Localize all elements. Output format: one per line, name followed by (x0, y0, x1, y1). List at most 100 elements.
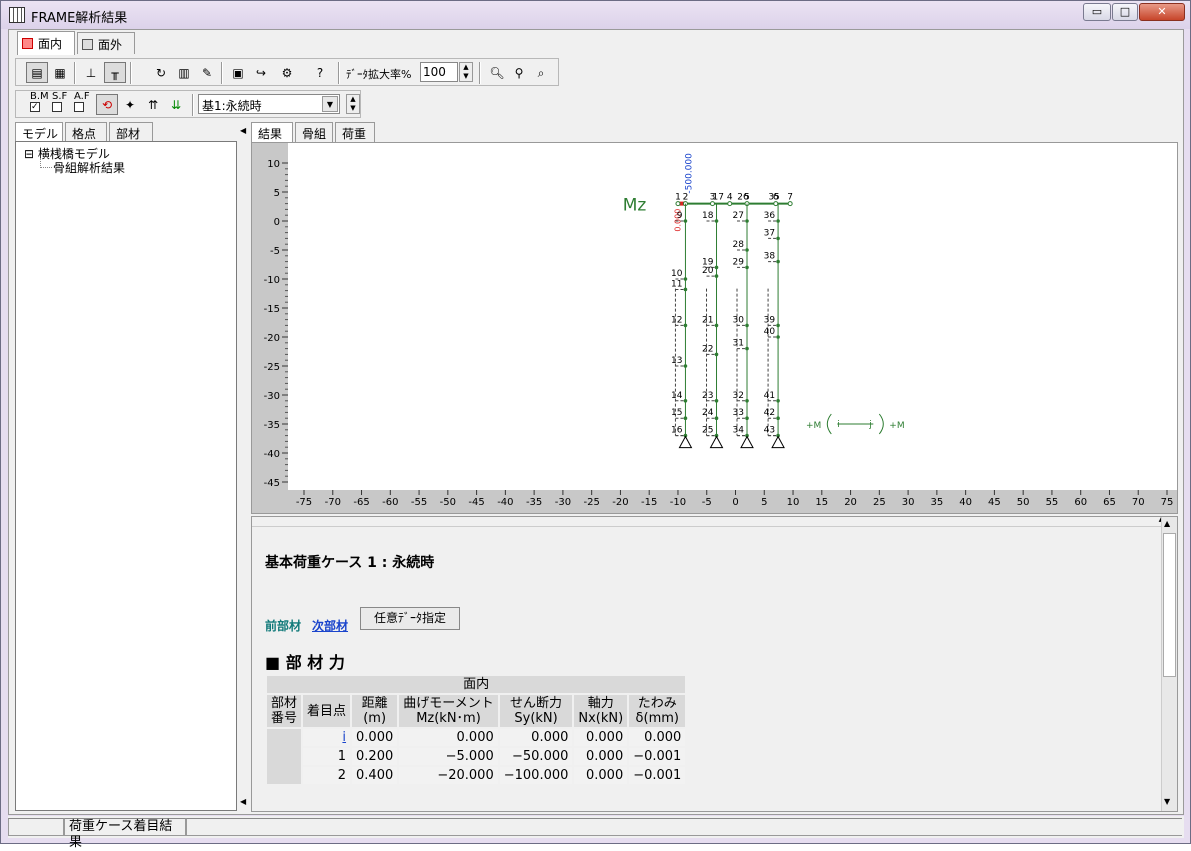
frame-view-icon[interactable]: ▤ (26, 62, 48, 83)
wrench-icon[interactable]: ✦ (119, 94, 141, 115)
x-tick-label: -35 (526, 497, 542, 508)
arbitrary-data-button[interactable]: 任意ﾃﾞｰﾀ指定 (360, 607, 460, 630)
x-tick-label: 10 (787, 497, 800, 508)
refresh-icon[interactable]: ↻ (150, 62, 172, 83)
table-view-icon[interactable]: ▦ (49, 62, 71, 83)
x-tick-label: -40 (497, 497, 513, 508)
y-tick-label: -30 (264, 391, 280, 402)
scroll-thumb[interactable] (1163, 533, 1176, 677)
node-icon[interactable]: ⊥ (80, 62, 102, 83)
grid-icon[interactable]: ▥ (173, 62, 195, 83)
tree-line (40, 167, 52, 168)
zoom-input[interactable]: 100 (420, 62, 458, 82)
tab-model[interactable]: モデル (15, 122, 63, 142)
axial-icon[interactable]: ⇈ (142, 94, 164, 115)
maximize-button[interactable]: □ (1112, 3, 1138, 21)
help-icon[interactable]: ? (309, 62, 331, 83)
arrow-up-icon[interactable]: ▲ (1164, 519, 1170, 528)
arrow-left-icon[interactable]: ◀ (240, 126, 246, 135)
support-icon (740, 435, 754, 449)
close-button[interactable]: ✕ (1139, 3, 1185, 21)
arrow-down-icon[interactable]: ▼ (1164, 797, 1170, 806)
app-icon (9, 7, 25, 23)
pile-node-label: 22 (702, 344, 713, 354)
point-cell: 1 (301, 746, 353, 767)
zoom-spinner[interactable]: ▲ ▼ (459, 62, 473, 82)
x-tick-label: 40 (959, 497, 972, 508)
af-check[interactable]: A.F (74, 92, 90, 115)
value-cell: −20.000 (397, 765, 500, 786)
x-tick-label: -30 (555, 497, 571, 508)
tab-out-of-plane[interactable]: 面外 (77, 32, 135, 54)
tab-load[interactable]: 荷重 (335, 122, 375, 142)
point-cell: 2 (301, 765, 353, 786)
separator (221, 62, 223, 84)
main-toolbar: ▤ ▦ ⊥ ╥ ↻ ▥ ✎ ▣ ↪ ⚙ ? ﾃﾞｰﾀ拡大率% 100 ▲ ▼ 🔍︎… (15, 58, 559, 86)
pile-node-label: 11 (671, 279, 682, 289)
case-spinner[interactable]: ▲ ▼ (346, 94, 360, 114)
tab-in-plane[interactable]: 面内 (17, 31, 75, 55)
pile-node (683, 399, 688, 403)
zoom-fit-icon[interactable]: ⌕ (530, 62, 552, 83)
y-tick-label: -5 (270, 246, 280, 257)
tab-members[interactable]: 部材 (109, 122, 153, 142)
tab-result[interactable]: 結果 (251, 122, 293, 142)
zoom-out-icon[interactable]: ⚲ (508, 62, 530, 83)
support-icon (678, 435, 693, 449)
prev-member-link[interactable]: 前部材 (265, 617, 301, 634)
section-marker: ■ (265, 653, 281, 672)
deflection-icon[interactable]: ⇊ (165, 94, 187, 115)
table-header-cell: 部材 番号 (264, 693, 304, 729)
x-tick-label: -25 (583, 497, 599, 508)
result-top-scrollbar[interactable]: ▲ (252, 517, 1164, 527)
point-cell[interactable]: i (301, 727, 353, 748)
tab-nodes[interactable]: 格点 (65, 122, 107, 142)
zoom-in-icon[interactable]: 🔍︎ (486, 62, 508, 83)
deck-node-label: 7 (787, 193, 793, 203)
value-cell: 0.400 (350, 765, 400, 786)
x-tick-label: 45 (988, 497, 1001, 508)
y-tick-label: 10 (267, 159, 280, 170)
tools-icon[interactable]: ✎ (196, 62, 218, 83)
bm-check[interactable]: B.M ✓ (30, 92, 49, 112)
pile-node-label: 41 (764, 391, 775, 401)
pile-node-label: 38 (764, 252, 776, 262)
minimize-button[interactable]: ▭ (1083, 3, 1111, 21)
status-cell-empty (8, 818, 64, 836)
sf-check[interactable]: S.F (52, 92, 67, 115)
pile-node (714, 274, 719, 278)
calculator-icon[interactable]: ▣ (227, 62, 249, 83)
pile-node-label: 37 (764, 228, 775, 238)
value-cell: 0.000 (572, 765, 630, 786)
settings-icon[interactable]: ⚙ (276, 62, 298, 83)
member-icon[interactable]: ╥ (104, 62, 126, 83)
next-member-link[interactable]: 次部材 (312, 617, 348, 634)
arrow-left-icon[interactable]: ◀ (240, 797, 246, 806)
load-case-select[interactable]: 基1:永続時 ▼ (198, 94, 340, 114)
x-tick-label: -5 (702, 497, 712, 508)
x-tick-label: -65 (353, 497, 369, 508)
client-area: 面内 面外 ▤ ▦ ⊥ ╥ ↻ ▥ ✎ ▣ ↪ ⚙ ? ﾃﾞｰﾀ拡大率% 100… (8, 29, 1184, 815)
export-icon[interactable]: ↪ (250, 62, 272, 83)
panel-splitter[interactable]: ◀ ◀ (239, 122, 246, 812)
chevron-down-icon[interactable]: ▼ (322, 96, 338, 112)
pile-node-label: 9 (677, 211, 683, 221)
table-header-cell: 距離 (m) (350, 693, 400, 729)
frame-plot[interactable]: 10 5 0 -5 -10 -15 -20 -25 -30 -35 -40 -45 -75 -70 -65-… (251, 142, 1178, 514)
vertical-scrollbar[interactable]: ▲ ▼ (1161, 517, 1177, 811)
x-tick-label: -10 (670, 497, 686, 508)
tree-expander-icon[interactable]: ⊟ (24, 147, 34, 161)
tab-frame[interactable]: 骨組 (295, 122, 333, 142)
tree-item-frame-result[interactable]: 骨組解析結果 (53, 159, 125, 176)
node-label: 26 (737, 193, 749, 203)
y-tick-label: -35 (264, 420, 280, 431)
sf-checkbox[interactable] (52, 102, 62, 112)
af-checkbox[interactable] (74, 102, 84, 112)
table-row: 2 0.400 −20.000 −100.000 0.000 −0.001 (266, 765, 688, 786)
moment-icon[interactable]: ⟲ (96, 94, 118, 115)
sign-legend-j: j (868, 420, 872, 430)
value-cell: −100.000 (497, 765, 575, 786)
table-row: 1 0.200 −5.000 −50.000 0.000 −0.001 (266, 746, 688, 767)
y-tick-label: -20 (264, 333, 280, 344)
bm-checkbox[interactable]: ✓ (30, 102, 40, 112)
